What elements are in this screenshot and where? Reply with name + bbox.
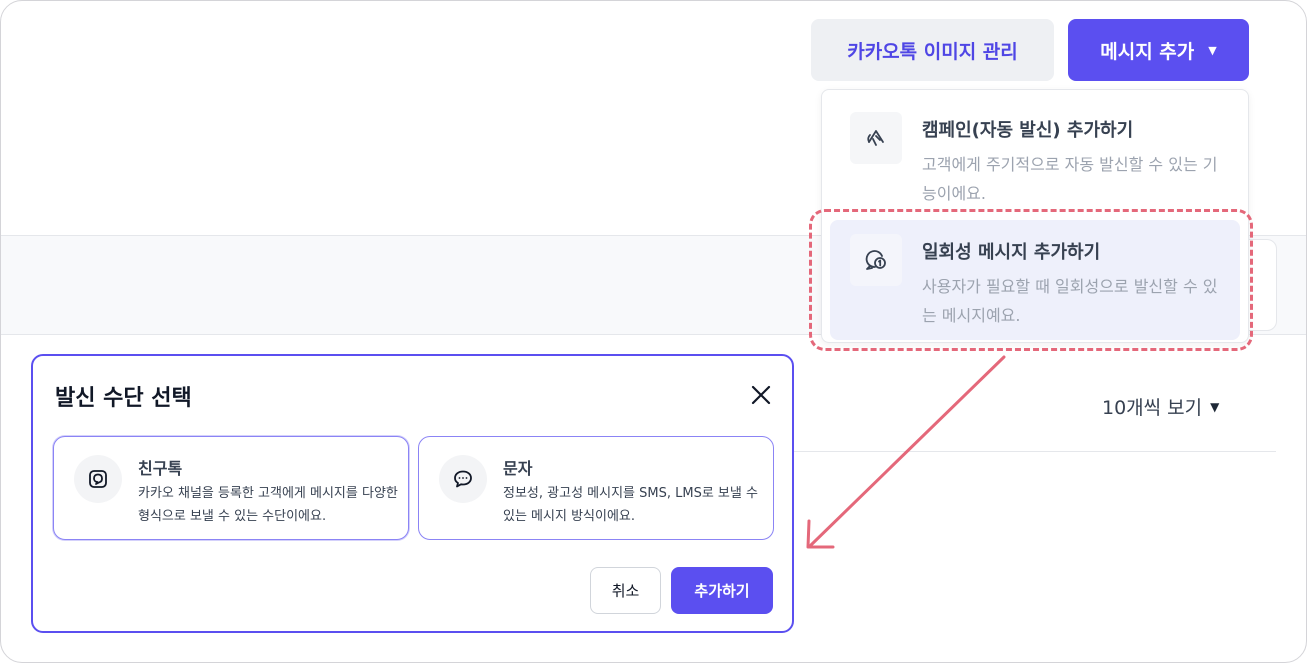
option-card-friendtalk[interactable]: 친구톡 카카오 채널을 등록한 고객에게 메시지를 다양한 형식으로 보낼 수 … (53, 436, 409, 540)
add-message-dropdown: 캠페인(자동 발신) 추가하기 고객에게 주기적으로 자동 발신할 수 있는 기… (821, 89, 1249, 343)
close-icon[interactable] (748, 382, 774, 408)
option-description: 카카오 채널을 등록한 고객에게 메시지를 다양한 형식으로 보낼 수 있는 수… (138, 486, 398, 524)
dropdown-item-campaign[interactable]: 캠페인(자동 발신) 추가하기 고객에게 주기적으로 자동 발신할 수 있는 기… (830, 98, 1240, 210)
megaphone-icon (850, 112, 902, 164)
kakao-image-manage-button[interactable]: 카카오톡 이미지 관리 (811, 19, 1054, 81)
dropdown-item-title: 캠페인(자동 발신) 추가하기 (922, 120, 1134, 141)
option-title: 문자 (503, 459, 533, 478)
dropdown-item-description: 사용자가 필요할 때 일회성으로 발신할 수 있는 메시지예요. (922, 277, 1218, 325)
option-description: 정보성, 광고성 메시지를 SMS, LMS로 보낼 수 있는 메시지 방식이에… (503, 486, 758, 524)
one-time-message-icon (850, 234, 902, 286)
add-button[interactable]: 추가하기 (671, 567, 773, 614)
dropdown-item-description: 고객에게 주기적으로 자동 발신할 수 있는 기능이에요. (922, 155, 1218, 203)
dropdown-item-one-time-message[interactable]: 일회성 메시지 추가하기 사용자가 필요할 때 일회성으로 발신할 수 있는 메… (830, 220, 1240, 340)
kakao-chat-icon (74, 455, 122, 503)
speech-bubble-icon (439, 455, 487, 503)
chevron-down-icon: ▼ (1208, 43, 1217, 57)
list-divider (791, 451, 1276, 452)
per-page-select[interactable]: 10개씩 보기 ▼ (1102, 393, 1219, 420)
cancel-button[interactable]: 취소 (590, 567, 661, 614)
option-title: 친구톡 (138, 459, 183, 478)
window-frame: 10개씩 보기 ▼ 카카오톡 이미지 관리 메시지 추가 ▼ 캠페인(자동 발신… (0, 0, 1307, 663)
send-method-modal: 발신 수단 선택 친구톡 카카오 채널을 등록한 고객에게 메시지를 다양한 형… (31, 354, 794, 633)
add-message-label: 메시지 추가 (1100, 40, 1195, 63)
add-message-button[interactable]: 메시지 추가 ▼ (1068, 19, 1249, 81)
dropdown-item-title: 일회성 메시지 추가하기 (922, 242, 1101, 263)
chevron-down-icon: ▼ (1210, 399, 1220, 414)
modal-title: 발신 수단 선택 (55, 386, 192, 411)
option-card-sms[interactable]: 문자 정보성, 광고성 메시지를 SMS, LMS로 보낼 수 있는 메시지 방… (418, 436, 774, 540)
per-page-label: 10개씩 보기 (1102, 397, 1203, 419)
